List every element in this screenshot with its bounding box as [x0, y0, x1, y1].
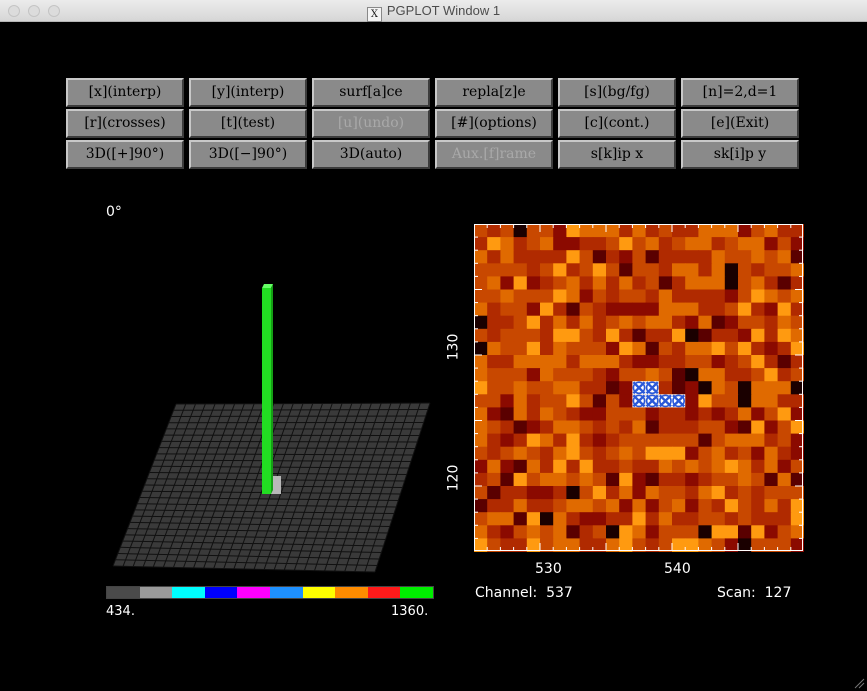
crosses-button[interactable]: [r](crosses) — [66, 109, 184, 138]
continue-button[interactable]: [c](cont.) — [558, 109, 676, 138]
rotate-minus-90-button[interactable]: 3D([−]90°) — [189, 140, 307, 169]
aux-frame-button[interactable]: Aux.[f]rame — [435, 140, 553, 169]
channel-readout: Channel: 537 — [475, 585, 573, 601]
skip-x-button[interactable]: s[k]ip x — [558, 140, 676, 169]
colorbar-segment — [237, 587, 270, 598]
resize-grip-icon[interactable] — [853, 677, 865, 689]
test-button[interactable]: [t](test) — [189, 109, 307, 138]
colorbar-max-label: 1360. — [391, 604, 429, 619]
pgplot-window: X PGPLOT Window 1 [x](interp) [y](interp) s… — [0, 0, 867, 691]
n2-d1-button[interactable]: [n]=2,d=1 — [681, 78, 799, 107]
colorbar-segment — [269, 587, 303, 598]
surface-3d-plot[interactable] — [100, 270, 440, 580]
y-tick-label: 120 — [445, 464, 462, 492]
options-button[interactable]: [#](options) — [435, 109, 553, 138]
interp-y-button[interactable]: [y](interp) — [189, 78, 307, 107]
y-tick-label: 130 — [445, 333, 462, 361]
rotate-plus-90-button[interactable]: 3D([+]90°) — [66, 140, 184, 169]
colorbar-segment — [335, 587, 368, 598]
window-title-container: X PGPLOT Window 1 — [0, 0, 867, 22]
colorbar-segment — [367, 587, 401, 598]
x-tick-label: 540 — [664, 561, 691, 577]
undo-button[interactable]: [u](undo) — [312, 109, 430, 138]
colorbar-segment — [204, 587, 238, 598]
x11-icon: X — [366, 7, 382, 22]
window-title: PGPLOT Window 1 — [386, 3, 501, 18]
3d-auto-button[interactable]: 3D(auto) — [312, 140, 430, 169]
interp-x-button[interactable]: [x](interp) — [66, 78, 184, 107]
peak-spike — [262, 288, 271, 494]
colorbar-segment — [302, 587, 336, 598]
colorbar-segment — [400, 587, 433, 598]
heatmap-image[interactable] — [474, 224, 804, 552]
scan-readout: Scan: 127 — [717, 585, 792, 601]
colorbar-min-label: 434. — [106, 604, 135, 619]
rotation-angle-label: 0° — [106, 204, 122, 220]
command-button-panel: [x](interp) [y](interp) surf[a]ce repla[z]e… — [66, 78, 802, 171]
heatmap-panel[interactable] — [474, 224, 804, 552]
title-bar[interactable]: X PGPLOT Window 1 — [0, 0, 867, 22]
replace-button[interactable]: repla[z]e — [435, 78, 553, 107]
exit-button[interactable]: [e](Exit) — [681, 109, 799, 138]
surface-button[interactable]: surf[a]ce — [312, 78, 430, 107]
x-tick-label: 530 — [535, 561, 562, 577]
colorbar-segment — [139, 587, 173, 598]
colorbar-segment — [172, 587, 205, 598]
skip-y-button[interactable]: sk[i]p y — [681, 140, 799, 169]
color-scale-bar — [106, 586, 434, 599]
bg-fg-button[interactable]: [s](bg/fg) — [558, 78, 676, 107]
colorbar-segment — [107, 587, 140, 598]
